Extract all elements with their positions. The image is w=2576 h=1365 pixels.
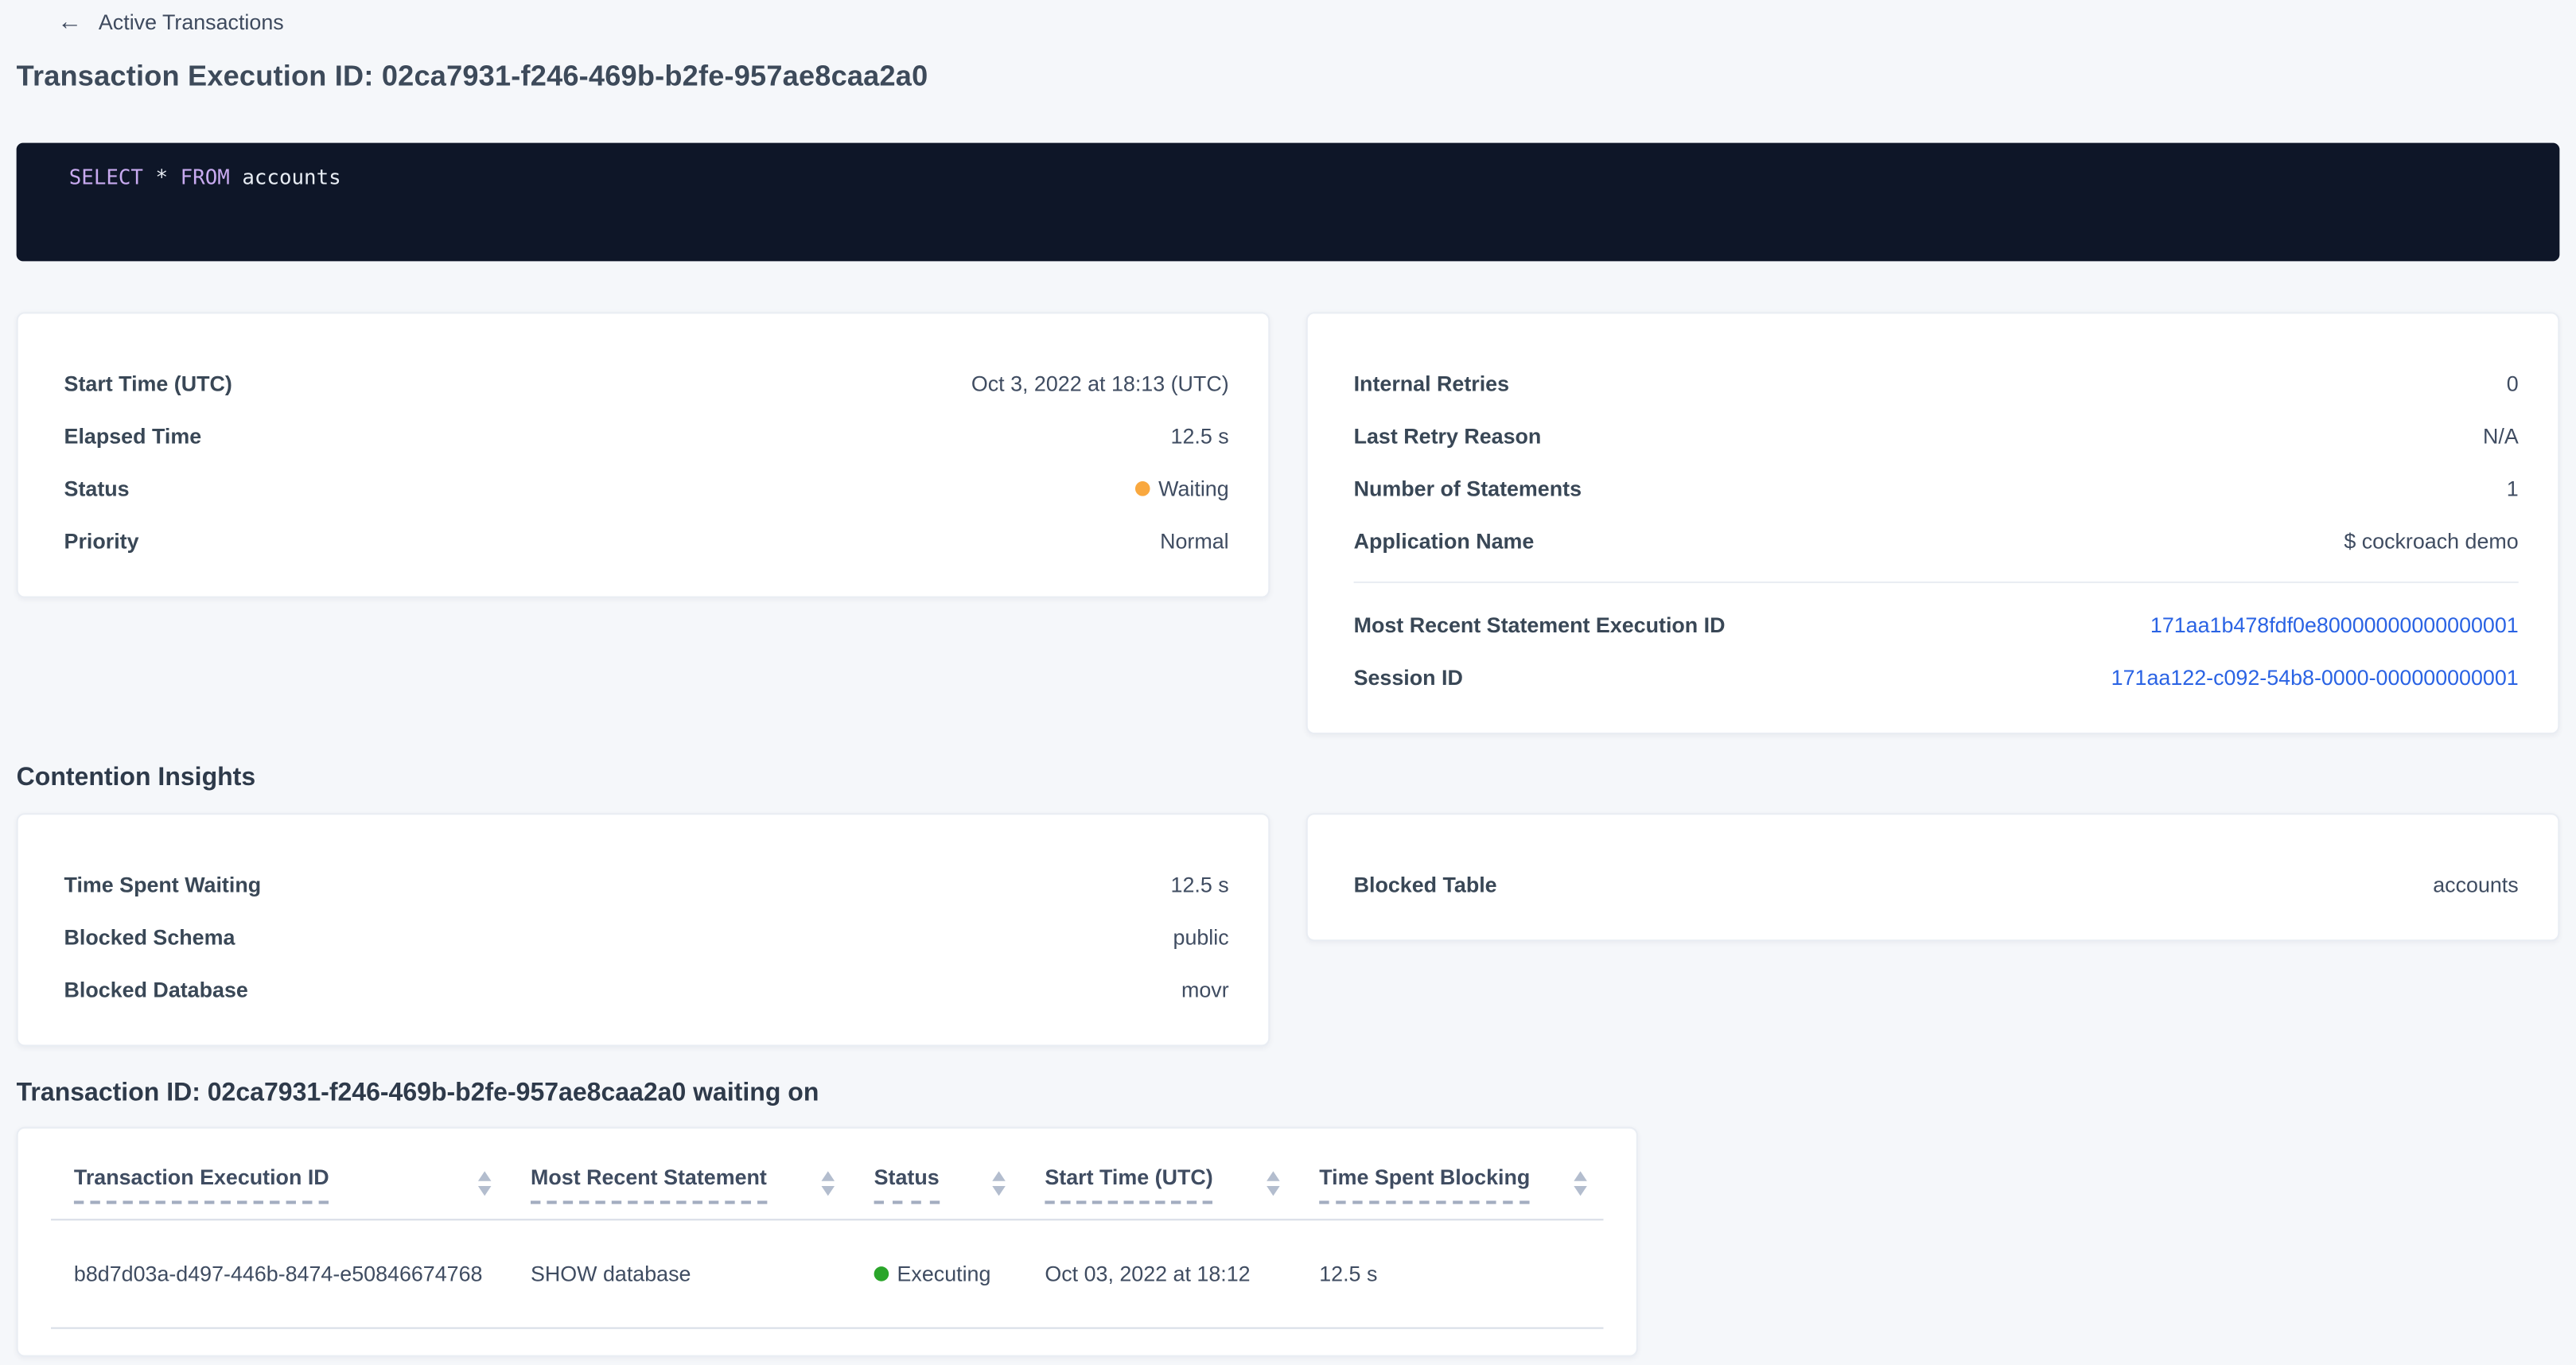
detail-value: N/A (2483, 423, 2519, 448)
back-link-label: Active Transactions (99, 9, 284, 33)
detail-row-elapsed-time: Elapsed Time 12.5 s (64, 409, 1229, 461)
sort-arrows-icon[interactable] (478, 1165, 492, 1196)
cell-time-spent-blocking: 12.5 s (1296, 1262, 1603, 1286)
sort-down-icon (1574, 1186, 1587, 1196)
detail-label: Last Retry Reason (1354, 423, 1542, 448)
detail-value: $ cockroach demo (2344, 528, 2518, 553)
detail-label: Elapsed Time (64, 423, 202, 448)
sort-arrows-icon[interactable] (1574, 1165, 1587, 1196)
detail-label: Status (64, 476, 130, 500)
detail-row-status: Status Waiting (64, 461, 1229, 514)
card-divider (1354, 581, 2519, 583)
detail-label: Blocked Table (1354, 872, 1497, 896)
column-header-start-time[interactable]: Start Time (UTC) (1021, 1165, 1296, 1204)
status-value: Waiting (1135, 476, 1228, 500)
detail-row-statement-execution-id: Most Recent Statement Execution ID 171aa… (1354, 598, 2519, 651)
cell-most-recent-statement: SHOW database (508, 1262, 851, 1286)
sort-up-icon (822, 1171, 835, 1180)
detail-value: 12.5 s (1171, 423, 1229, 448)
detail-label: Number of Statements (1354, 476, 1582, 500)
detail-label: Most Recent Statement Execution ID (1354, 612, 1726, 636)
column-header-label: Most Recent Statement (531, 1165, 767, 1204)
sort-up-icon (1267, 1171, 1280, 1180)
detail-value: 0 (2507, 371, 2519, 395)
page-container: ← Active Transactions Transaction Execut… (0, 0, 2576, 1357)
detail-value: accounts (2433, 872, 2518, 896)
cell-status: Executing (851, 1262, 1022, 1286)
contention-waiting-card: Time Spent Waiting 12.5 s Blocked Schema… (17, 813, 1270, 1046)
table-row: b8d7d03a-d497-446b-8474-e50846674768 SHO… (51, 1220, 1603, 1328)
sort-down-icon (478, 1186, 492, 1196)
sort-down-icon (822, 1186, 835, 1196)
back-arrow-icon: ← (57, 9, 82, 33)
waiting-on-heading: Transaction ID: 02ca7931-f246-469b-b2fe-… (17, 1079, 2560, 1109)
detail-label: Start Time (UTC) (64, 371, 232, 395)
detail-value: Normal (1160, 528, 1229, 553)
detail-value: 12.5 s (1171, 872, 1229, 896)
sort-up-icon (992, 1171, 1006, 1180)
sort-down-icon (1267, 1186, 1280, 1196)
detail-row-time-spent-waiting: Time Spent Waiting 12.5 s (64, 858, 1229, 910)
column-header-label: Time Spent Blocking (1319, 1165, 1530, 1204)
detail-label: Priority (64, 528, 139, 553)
back-link[interactable]: ← Active Transactions (57, 6, 2559, 36)
page-title: Transaction Execution ID: 02ca7931-f246-… (17, 59, 2560, 93)
contention-insights-heading: Contention Insights (17, 764, 2560, 793)
sort-arrows-icon[interactable] (822, 1165, 835, 1196)
detail-label: Application Name (1354, 528, 1535, 553)
detail-row-blocked-schema: Blocked Schema public (64, 910, 1229, 962)
sql-table-name: accounts (230, 165, 341, 189)
sql-star: * (143, 165, 181, 189)
detail-row-blocked-database: Blocked Database movr (64, 962, 1229, 1015)
detail-label: Time Spent Waiting (64, 872, 262, 896)
detail-row-blocked-table: Blocked Table accounts (1354, 858, 2519, 910)
detail-row-start-time: Start Time (UTC) Oct 3, 2022 at 18:13 (U… (64, 356, 1229, 409)
summary-cards-row: Start Time (UTC) Oct 3, 2022 at 18:13 (U… (17, 312, 2560, 734)
column-header-transaction-execution-id[interactable]: Transaction Execution ID (51, 1165, 508, 1204)
detail-label: Internal Retries (1354, 371, 1509, 395)
sort-arrows-icon[interactable] (992, 1165, 1006, 1196)
sql-statement-box: SELECT * FROM accounts (17, 143, 2560, 262)
detail-row-priority: Priority Normal (64, 514, 1229, 566)
cell-start-time: Oct 03, 2022 at 18:12 (1021, 1262, 1296, 1286)
status-text: Executing (897, 1262, 991, 1286)
status-text: Waiting (1158, 476, 1229, 500)
detail-value: movr (1181, 977, 1229, 1001)
detail-value: 1 (2507, 476, 2519, 500)
detail-row-last-retry-reason: Last Retry Reason N/A (1354, 409, 2519, 461)
sort-down-icon (992, 1186, 1006, 1196)
transaction-meta-card: Internal Retries 0 Last Retry Reason N/A… (1306, 312, 2560, 734)
detail-value: Oct 3, 2022 at 18:13 (UTC) (971, 371, 1229, 395)
detail-row-application-name: Application Name $ cockroach demo (1354, 514, 2519, 566)
sort-up-icon (478, 1171, 492, 1180)
table-header-row: Transaction Execution ID Most Recent Sta… (51, 1165, 1603, 1204)
column-header-label: Transaction Execution ID (74, 1165, 329, 1204)
session-id-link[interactable]: 171aa122-c092-54b8-0000-000000000001 (2111, 664, 2519, 689)
column-header-most-recent-statement[interactable]: Most Recent Statement (508, 1165, 851, 1204)
column-header-label: Status (874, 1165, 940, 1204)
column-header-label: Start Time (UTC) (1045, 1165, 1212, 1204)
transaction-timing-card: Start Time (UTC) Oct 3, 2022 at 18:13 (U… (17, 312, 1270, 597)
detail-label: Blocked Database (64, 977, 248, 1001)
status-executing-dot-icon (874, 1266, 889, 1281)
statement-execution-id-link[interactable]: 171aa1b478fdf0e80000000000000001 (2150, 612, 2519, 636)
sql-keyword-from: FROM (181, 165, 230, 189)
detail-label: Blocked Schema (64, 924, 235, 949)
column-header-status[interactable]: Status (851, 1165, 1022, 1204)
contention-cards-row: Time Spent Waiting 12.5 s Blocked Schema… (17, 813, 2560, 1046)
column-header-time-spent-blocking[interactable]: Time Spent Blocking (1296, 1165, 1603, 1204)
detail-label: Session ID (1354, 664, 1463, 689)
contention-blocked-table-card: Blocked Table accounts (1306, 813, 2560, 941)
detail-row-number-of-statements: Number of Statements 1 (1354, 461, 2519, 514)
detail-row-session-id: Session ID 171aa122-c092-54b8-0000-00000… (1354, 651, 2519, 703)
cell-transaction-execution-id: b8d7d03a-d497-446b-8474-e50846674768 (51, 1262, 508, 1286)
sort-arrows-icon[interactable] (1267, 1165, 1280, 1196)
sort-up-icon (1574, 1171, 1587, 1180)
status-waiting-dot-icon (1135, 480, 1150, 496)
transaction-details-page: ← Active Transactions Transaction Execut… (0, 0, 2576, 1365)
detail-row-internal-retries: Internal Retries 0 (1354, 356, 2519, 409)
sql-keyword-select: SELECT (69, 165, 143, 189)
waiting-transactions-table: Transaction Execution ID Most Recent Sta… (17, 1127, 1638, 1357)
detail-value: public (1173, 924, 1229, 949)
